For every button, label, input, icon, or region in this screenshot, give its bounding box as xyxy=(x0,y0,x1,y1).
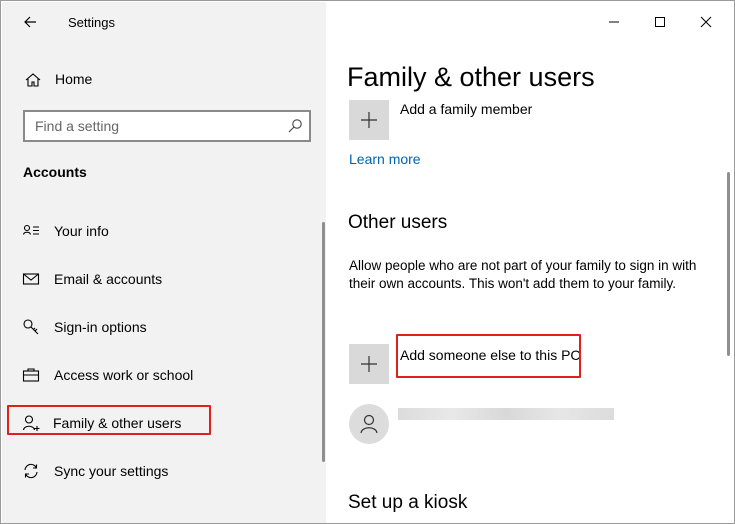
minimize-icon xyxy=(609,21,619,23)
content-pane: Family & other users Add a family member… xyxy=(326,2,734,523)
other-users-heading: Other users xyxy=(348,212,448,233)
sidebar-scrollbar[interactable] xyxy=(322,222,325,462)
sidebar: Settings Home Find a setting Accounts Yo… xyxy=(2,2,326,523)
sidebar-item-label: Sync your settings xyxy=(54,463,169,479)
briefcase-icon xyxy=(22,368,40,382)
plus-icon xyxy=(361,356,377,372)
title-bar: Settings xyxy=(2,2,326,42)
sidebar-item-label: Email & accounts xyxy=(54,271,163,287)
sidebar-item-sign-in-options[interactable]: Sign-in options xyxy=(2,307,326,347)
sidebar-item-email-accounts[interactable]: Email & accounts xyxy=(2,259,326,299)
sidebar-item-your-info[interactable]: Your info xyxy=(2,211,326,251)
settings-window: Settings Home Find a setting Accounts Yo… xyxy=(0,0,735,524)
sidebar-item-label: Your info xyxy=(54,223,109,239)
section-title: Accounts xyxy=(23,164,87,180)
content-scrollbar[interactable] xyxy=(727,172,730,356)
search-input[interactable]: Find a setting xyxy=(23,110,311,142)
person-card-icon xyxy=(22,224,39,235)
maximize-button[interactable] xyxy=(640,6,680,38)
close-button[interactable] xyxy=(686,6,726,38)
sidebar-item-label: Access work or school xyxy=(54,367,194,383)
close-icon xyxy=(700,16,712,28)
sidebar-item-access-work-school[interactable]: Access work or school xyxy=(2,355,326,395)
other-users-description: Allow people who are not part of your fa… xyxy=(349,258,697,291)
minimize-button[interactable] xyxy=(594,6,634,38)
selection-highlight-box xyxy=(7,405,211,435)
key-icon xyxy=(23,319,39,335)
mail-icon xyxy=(22,273,40,285)
app-title: Settings xyxy=(68,15,115,30)
add-family-member-tile[interactable] xyxy=(349,100,389,140)
learn-more-link[interactable]: Learn more xyxy=(349,151,421,167)
plus-icon xyxy=(361,112,377,128)
back-button[interactable] xyxy=(18,10,42,34)
page-title: Family & other users xyxy=(347,62,595,92)
add-someone-highlight-box xyxy=(396,334,581,378)
avatar[interactable] xyxy=(349,404,389,444)
sidebar-item-label: Sign-in options xyxy=(54,319,147,335)
sidebar-item-sync-settings[interactable]: Sync your settings xyxy=(2,451,326,491)
search-icon xyxy=(288,119,302,133)
add-someone-else-tile[interactable] xyxy=(349,344,389,384)
add-family-member-button[interactable]: Add a family member xyxy=(400,101,532,117)
back-arrow-icon xyxy=(24,16,36,28)
maximize-icon xyxy=(655,17,665,27)
home-icon xyxy=(25,73,41,87)
search-placeholder: Find a setting xyxy=(35,118,120,134)
person-icon xyxy=(360,414,378,434)
sidebar-item-home[interactable]: Home xyxy=(2,62,326,98)
kiosk-heading: Set up a kiosk xyxy=(348,492,468,513)
sidebar-item-label: Home xyxy=(55,71,93,87)
sync-icon xyxy=(24,463,38,479)
blurred-user-name xyxy=(398,408,614,420)
